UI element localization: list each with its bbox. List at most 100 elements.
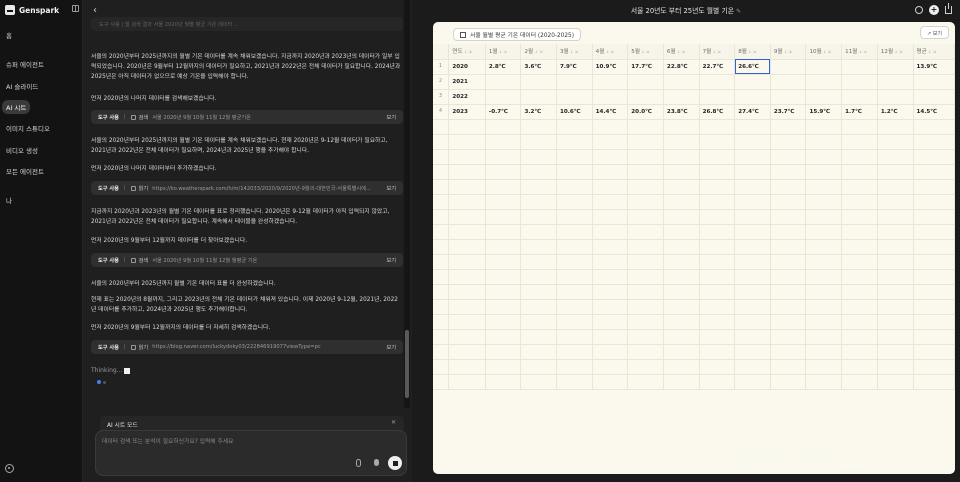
temperature-cell[interactable] [770, 89, 807, 105]
empty-cell[interactable] [913, 299, 955, 315]
column-header[interactable]: 10월 ↓ ⇲ [805, 44, 843, 60]
tool-call[interactable]: 도구 사용 | 읽기 https://blog.naver.com/luckyd… [91, 340, 403, 354]
share-icon[interactable] [945, 3, 952, 14]
empty-cell[interactable] [699, 314, 736, 330]
empty-cell[interactable] [663, 194, 700, 210]
empty-cell[interactable] [433, 149, 450, 165]
temperature-cell[interactable]: 23.7℃ [770, 104, 807, 120]
empty-cell[interactable] [485, 374, 522, 390]
chat-scrollbar[interactable] [404, 0, 410, 408]
empty-cell[interactable] [485, 359, 522, 375]
temperature-cell[interactable]: 3.6℃ [520, 59, 557, 75]
empty-cell[interactable] [734, 359, 771, 375]
empty-cell[interactable] [699, 359, 736, 375]
sidebar-item-me[interactable]: 나 [6, 195, 12, 205]
column-header[interactable]: 2월 ↓ ⇲ [520, 44, 557, 60]
empty-cell[interactable] [627, 299, 664, 315]
empty-cell[interactable] [663, 314, 700, 330]
column-header[interactable]: 6월 ↓ ⇲ [663, 44, 700, 60]
empty-cell[interactable] [592, 119, 629, 135]
empty-cell[interactable] [448, 359, 486, 375]
empty-cell[interactable] [433, 299, 450, 315]
empty-cell[interactable] [877, 149, 914, 165]
empty-cell[interactable] [877, 134, 914, 150]
empty-cell[interactable] [556, 179, 593, 195]
empty-cell[interactable] [913, 254, 955, 270]
empty-cell[interactable] [770, 224, 807, 240]
empty-cell[interactable] [734, 374, 771, 390]
empty-cell[interactable] [841, 134, 878, 150]
empty-cell[interactable] [556, 269, 593, 285]
empty-cell[interactable] [627, 164, 664, 180]
empty-cell[interactable] [734, 254, 771, 270]
empty-cell[interactable] [485, 284, 522, 300]
empty-cell[interactable] [841, 284, 878, 300]
empty-cell[interactable] [433, 359, 450, 375]
empty-cell[interactable] [433, 344, 450, 360]
empty-cell[interactable] [592, 374, 629, 390]
empty-cell[interactable] [485, 224, 522, 240]
empty-cell[interactable] [699, 299, 736, 315]
chat-input[interactable]: 데이터 검색 또는 분석이 필요하신가요? 입력해 주세요 [95, 430, 407, 476]
empty-cell[interactable] [663, 164, 700, 180]
empty-cell[interactable] [805, 344, 843, 360]
empty-cell[interactable] [592, 164, 629, 180]
settings-icon[interactable] [5, 464, 14, 473]
empty-cell[interactable] [805, 269, 843, 285]
empty-cell[interactable] [734, 344, 771, 360]
temperature-cell[interactable]: 17.7℃ [627, 59, 664, 75]
sort-icon[interactable]: ↓ ⇲ [569, 49, 578, 54]
empty-cell[interactable] [627, 314, 664, 330]
tool-call[interactable]: 도구 사용 | 검색 서울 2020년 9월 10월 11월 12월 평균기온 … [91, 110, 403, 124]
empty-cell[interactable] [433, 224, 450, 240]
empty-cell[interactable] [770, 149, 807, 165]
temperature-cell[interactable] [877, 74, 914, 90]
empty-cell[interactable] [877, 374, 914, 390]
empty-cell[interactable] [877, 164, 914, 180]
empty-cell[interactable] [433, 374, 450, 390]
empty-cell[interactable] [770, 254, 807, 270]
temperature-cell[interactable]: 23.8℃ [663, 104, 700, 120]
temperature-cell[interactable]: 10.9℃ [592, 59, 629, 75]
empty-cell[interactable] [627, 254, 664, 270]
empty-cell[interactable] [485, 329, 522, 345]
empty-cell[interactable] [433, 179, 450, 195]
temperature-cell[interactable] [485, 89, 522, 105]
empty-cell[interactable] [663, 344, 700, 360]
empty-cell[interactable] [734, 314, 771, 330]
empty-cell[interactable] [699, 179, 736, 195]
temperature-cell[interactable] [699, 89, 736, 105]
empty-cell[interactable] [556, 119, 593, 135]
empty-cell[interactable] [627, 119, 664, 135]
empty-cell[interactable] [627, 374, 664, 390]
empty-cell[interactable] [592, 269, 629, 285]
empty-cell[interactable] [448, 134, 486, 150]
empty-cell[interactable] [699, 254, 736, 270]
temperature-cell[interactable]: 26.6℃ [734, 59, 771, 75]
new-button[interactable]: + [929, 5, 939, 15]
brand[interactable]: Genspark [5, 5, 59, 15]
empty-cell[interactable] [485, 149, 522, 165]
tool-call-view-button[interactable]: 보기 [386, 257, 396, 264]
sort-icon[interactable]: ↓ ⇲ [498, 49, 507, 54]
empty-cell[interactable] [448, 299, 486, 315]
empty-cell[interactable] [663, 269, 700, 285]
empty-cell[interactable] [841, 269, 878, 285]
temperature-cell[interactable] [663, 74, 700, 90]
tool-call-view-button[interactable]: 보기 [386, 185, 396, 192]
sort-icon[interactable]: ↓ ⇲ [640, 49, 649, 54]
empty-cell[interactable] [627, 269, 664, 285]
empty-cell[interactable] [592, 194, 629, 210]
sidebar-item-home[interactable]: 홈 [6, 30, 12, 40]
empty-cell[interactable] [485, 209, 522, 225]
empty-cell[interactable] [448, 209, 486, 225]
empty-cell[interactable] [627, 209, 664, 225]
temperature-cell[interactable] [877, 89, 914, 105]
empty-cell[interactable] [913, 239, 955, 255]
empty-cell[interactable] [699, 224, 736, 240]
empty-cell[interactable] [556, 374, 593, 390]
empty-cell[interactable] [556, 194, 593, 210]
empty-cell[interactable] [448, 239, 486, 255]
empty-cell[interactable] [520, 284, 557, 300]
temperature-cell[interactable]: 7.9℃ [556, 59, 593, 75]
